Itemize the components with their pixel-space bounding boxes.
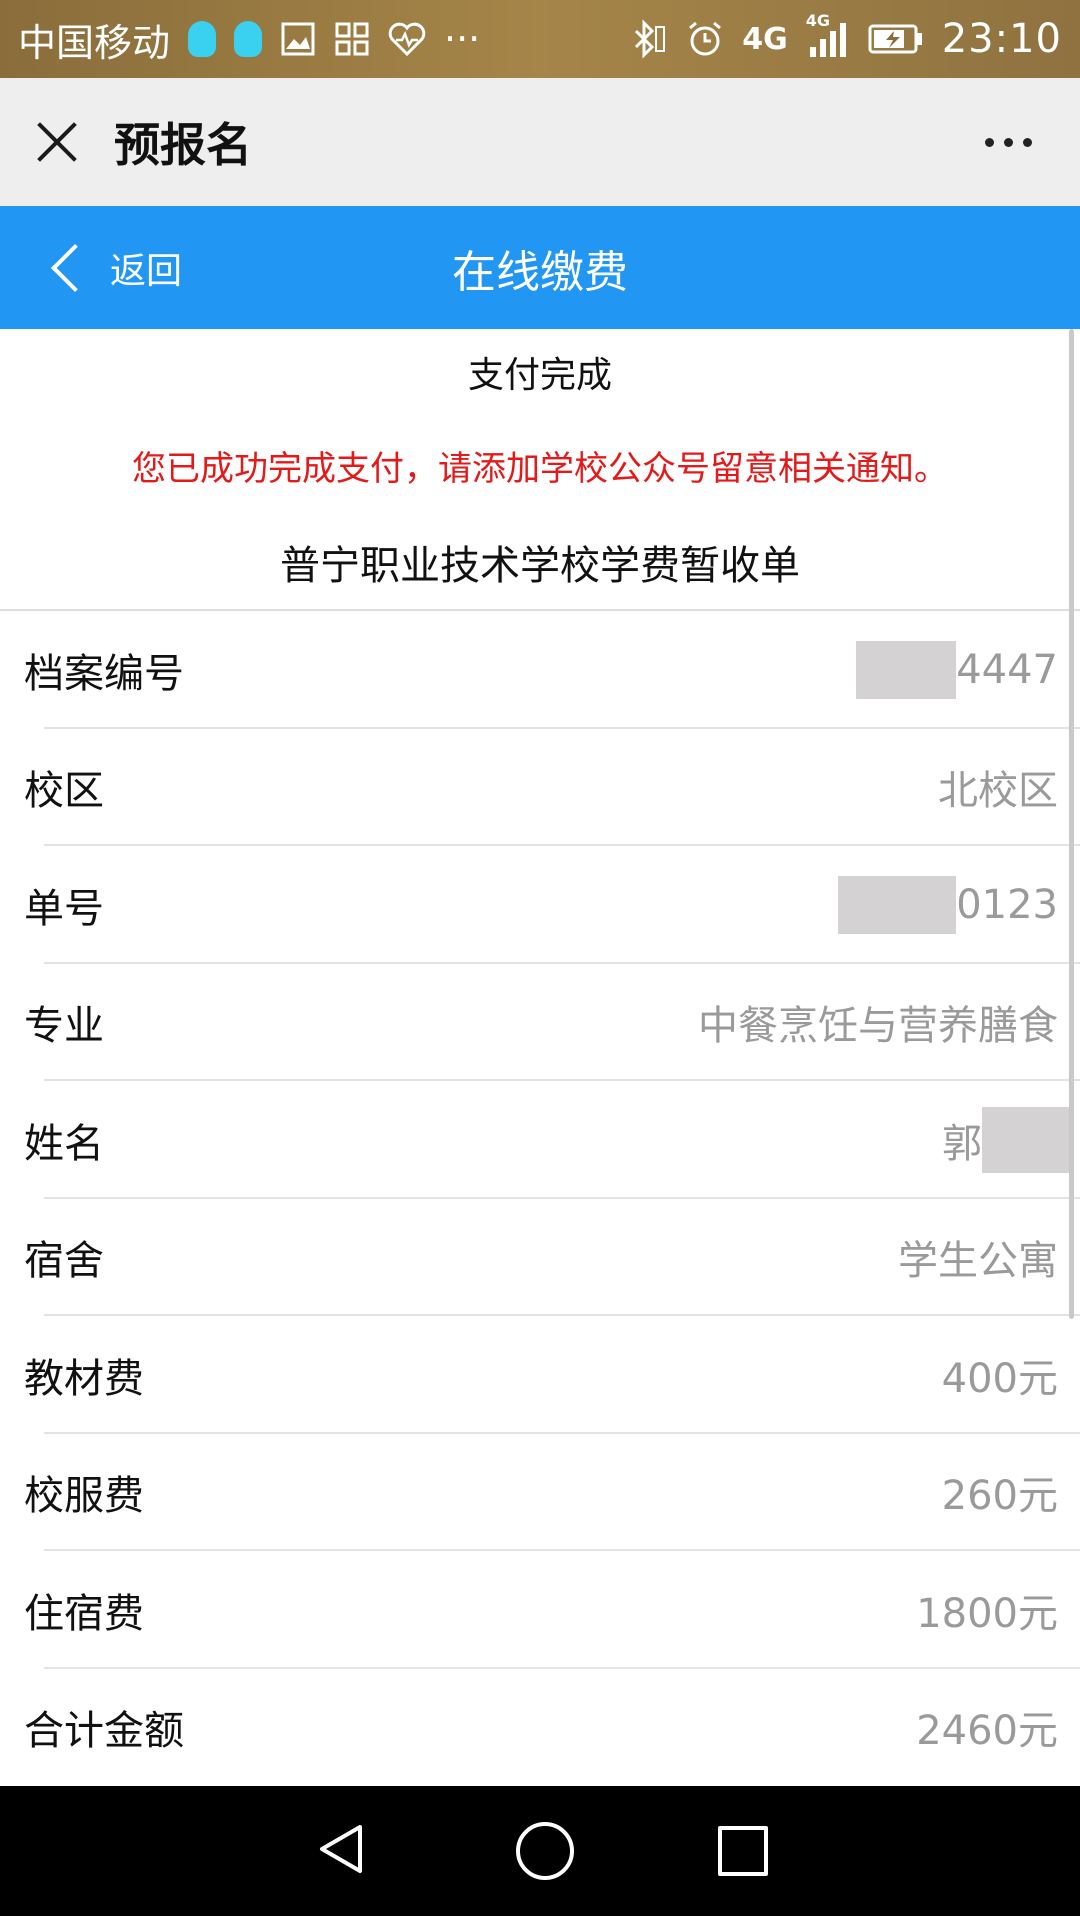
chevron-left-icon (50, 243, 100, 292)
back-triangle-icon[interactable] (312, 1819, 372, 1883)
field-value: 1800元 (916, 1590, 1058, 1637)
payment-notice: 您已成功完成支付，请添加学校公众号留意相关通知。 (132, 448, 948, 489)
navigation-bar (0, 1786, 1080, 1916)
field-label: 住宿费 (24, 1590, 144, 1637)
field-label: 合计金额 (24, 1708, 184, 1755)
redaction-block (856, 640, 957, 699)
field-value: 400元 (941, 1355, 1058, 1402)
field-label: 档案编号 (24, 650, 184, 697)
field-value: 北校区 (938, 768, 1058, 815)
field-value: 学生公寓 (898, 1238, 1058, 1285)
home-circle-icon[interactable] (516, 1822, 574, 1880)
field-row-file-number: 档案编号 4447 (0, 611, 1080, 729)
apps-icon (334, 21, 370, 57)
field-value-text: 0123 (956, 881, 1058, 928)
alarm-icon (686, 20, 724, 58)
field-value-text: 4447 (956, 646, 1058, 693)
field-value: 2460元 (916, 1708, 1058, 1755)
field-label: 校服费 (24, 1473, 144, 1520)
field-row-total-amount: 合计金额 2460元 (0, 1669, 1080, 1787)
field-label: 宿舍 (24, 1238, 104, 1285)
field-label: 姓名 (24, 1120, 104, 1167)
redaction-block (982, 1106, 1074, 1173)
network-type-label-small: 4G (805, 11, 830, 30)
payment-status: 支付完成 (467, 355, 612, 396)
webview-title-bar: 预报名 (0, 78, 1080, 206)
field-row-campus: 校区 北校区 (0, 729, 1080, 847)
field-label: 专业 (24, 1003, 104, 1050)
redaction-block (838, 875, 957, 934)
field-value: 郭 (942, 1106, 1074, 1173)
field-row-name: 姓名 郭 (0, 1081, 1080, 1199)
field-label: 校区 (24, 768, 104, 815)
network-type-label: 4G (742, 21, 788, 57)
receipt-title: 普宁职业技术学校学费暂收单 (0, 515, 1080, 611)
field-value-text: 郭 (942, 1120, 982, 1167)
field-row-uniform-fee: 校服费 260元 (0, 1434, 1080, 1552)
field-value: 0123 (838, 875, 1058, 934)
status-bar: 中国移动 ··· 4G 4G 23:10 (0, 0, 1080, 78)
overflow-indicator: ··· (444, 17, 481, 61)
back-button-label: 返回 (110, 250, 183, 292)
field-row-order-number: 单号 0123 (0, 846, 1080, 964)
field-value: 260元 (941, 1473, 1058, 1520)
carrier-name: 中国移动 (18, 20, 171, 65)
page-title: 在线缴费 (452, 246, 628, 298)
field-value: 中餐烹饪与营养膳食 (698, 1003, 1058, 1050)
field-row-textbook-fee: 教材费 400元 (0, 1316, 1080, 1434)
qq-icon (188, 21, 217, 57)
webview-title: 预报名 (114, 118, 252, 172)
back-button[interactable]: 返回 (46, 206, 182, 329)
qq-icon (234, 21, 263, 57)
more-icon[interactable] (985, 137, 1032, 147)
recent-square-icon[interactable] (718, 1826, 768, 1876)
page-header: 返回 在线缴费 (0, 206, 1080, 329)
close-icon[interactable] (30, 116, 82, 168)
field-label: 单号 (24, 885, 104, 932)
gallery-icon (280, 21, 316, 57)
payment-content: 支付完成 您已成功完成支付，请添加学校公众号留意相关通知。 普宁职业技术学校学费… (0, 329, 1080, 1786)
field-row-accommodation-fee: 住宿费 1800元 (0, 1551, 1080, 1669)
scrollbar[interactable] (1069, 329, 1074, 1319)
battery-charging-icon (868, 22, 924, 56)
signal-icon: 4G (806, 11, 850, 59)
field-row-major: 专业 中餐烹饪与营养膳食 (0, 964, 1080, 1082)
field-value: 4447 (856, 640, 1058, 699)
field-label: 教材费 (24, 1355, 144, 1402)
bluetooth-icon (628, 19, 668, 59)
health-icon (388, 21, 426, 57)
clock-time: 23:10 (941, 16, 1062, 62)
field-row-dormitory: 宿舍 学生公寓 (0, 1199, 1080, 1317)
